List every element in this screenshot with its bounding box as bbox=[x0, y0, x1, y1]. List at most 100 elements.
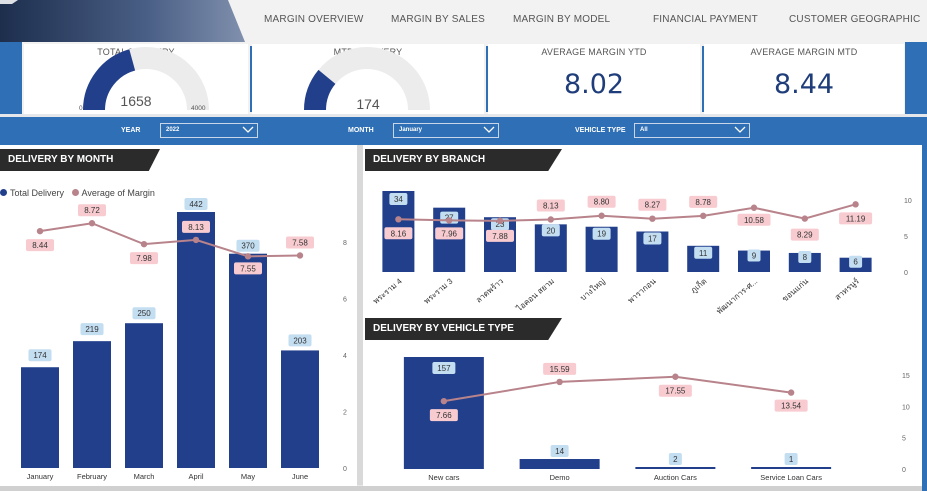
margin-point-4 bbox=[244, 253, 252, 260]
category-tick-label: Auction Cars bbox=[654, 473, 697, 482]
kpi-left-edge bbox=[0, 42, 22, 114]
margin-point-2 bbox=[496, 217, 504, 225]
bar-5 bbox=[281, 350, 319, 468]
y-axis-tick-label: 5 bbox=[904, 234, 908, 241]
bar-2 bbox=[125, 323, 163, 468]
bar-3 bbox=[177, 212, 215, 468]
category-tick-label: January bbox=[27, 472, 54, 481]
margin-point-5 bbox=[649, 215, 656, 222]
category-tick-label: พัฒนาการ-ศ... bbox=[715, 277, 759, 316]
vehicle-type-filter-label: VEHICLE TYPE bbox=[575, 127, 626, 134]
bar-data-label: 174 bbox=[33, 351, 47, 360]
gauge-min-label: 0 bbox=[79, 105, 83, 112]
bar-1 bbox=[519, 459, 600, 469]
bar-data-label: 203 bbox=[293, 336, 307, 345]
margin-data-label: 8.13 bbox=[543, 201, 559, 210]
margin-point-1 bbox=[88, 220, 96, 227]
bar-data-label: 219 bbox=[85, 325, 99, 334]
delivery-by-vehicle-type-title: DELIVERY BY VEHICLE TYPE bbox=[365, 318, 562, 340]
bar-data-label: 250 bbox=[137, 309, 151, 318]
mtd-delivery-value: 174 bbox=[356, 96, 380, 112]
margin-data-label: 7.66 bbox=[436, 411, 452, 420]
margin-data-label: 7.88 bbox=[492, 232, 508, 241]
category-tick-label: ภูเก็ต bbox=[688, 276, 709, 296]
margin-data-label: 15.59 bbox=[550, 365, 571, 374]
margin-data-label: 8.16 bbox=[391, 229, 407, 238]
margin-data-label: 7.55 bbox=[240, 264, 256, 273]
bar-data-label: 1 bbox=[789, 455, 794, 464]
y-axis-tick-label: 4 bbox=[343, 353, 347, 360]
year-filter-label: YEAR bbox=[121, 127, 141, 134]
vehicle-type-filter-value: All bbox=[640, 127, 648, 133]
bar-data-label: 442 bbox=[189, 200, 203, 209]
margin-point-3 bbox=[547, 216, 554, 223]
margin-data-label: 7.96 bbox=[441, 229, 457, 238]
kpi-total-delivery: TOTAL DELIVERY 0 4000 1658 bbox=[24, 44, 248, 114]
category-tick-label: New cars bbox=[428, 473, 460, 482]
margin-data-label: 8.27 bbox=[645, 201, 661, 210]
category-tick-label: ไอคอน สยาม bbox=[514, 277, 556, 314]
category-tick-label: สาทรนูร์ bbox=[832, 275, 862, 302]
margin-data-label: 11.19 bbox=[846, 214, 866, 223]
category-tick-label: ขอนแก่น bbox=[780, 276, 810, 303]
nav-margin-overview[interactable]: MARGIN OVERVIEW bbox=[264, 14, 364, 25]
margin-point-9 bbox=[852, 201, 859, 208]
nav-customer-geographic[interactable]: CUSTOMER GEOGRAPHIC bbox=[789, 14, 920, 25]
bottom-scrollbar[interactable] bbox=[0, 486, 922, 491]
margin-point-8 bbox=[801, 215, 808, 222]
bar-4 bbox=[229, 253, 267, 468]
bar-data-label: 9 bbox=[752, 252, 757, 261]
category-tick-label: April bbox=[188, 472, 203, 481]
delivery-by-month-chart: 0 2 4 6 8 174 January 219 February 250 March 442 Apr… bbox=[21, 198, 347, 481]
margin-data-label: 7.98 bbox=[136, 254, 152, 263]
margin-point-4 bbox=[598, 212, 605, 219]
kpi-average-margin-ytd-title: AVERAGE MARGIN YTD bbox=[541, 47, 647, 57]
category-tick-label: พระราม 3 bbox=[422, 276, 455, 305]
margin-point-3 bbox=[192, 236, 200, 244]
bar-data-label: 370 bbox=[241, 242, 255, 251]
delivery-by-branch-chart: 051034พระราม 427พระราม 323ลาดพร้าว20ไอคอ… bbox=[371, 191, 912, 316]
y-axis-tick-label: 10 bbox=[902, 404, 910, 411]
margin-line bbox=[443, 375, 792, 403]
y-axis-tick-label: 8 bbox=[343, 240, 347, 247]
bar-0 bbox=[21, 367, 59, 468]
margin-data-label: 8.29 bbox=[797, 231, 813, 240]
header-banner bbox=[0, 0, 245, 42]
bar-1 bbox=[73, 341, 111, 468]
chevron-down-icon bbox=[242, 126, 254, 133]
margin-data-label: 8.44 bbox=[32, 241, 48, 250]
margin-data-label: 8.72 bbox=[84, 206, 100, 215]
bar-data-label: 34 bbox=[394, 195, 403, 204]
bar-data-label: 8 bbox=[803, 253, 808, 262]
delivery-by-month-title: DELIVERY BY MONTH bbox=[0, 149, 160, 171]
bar-data-label: 19 bbox=[597, 230, 606, 239]
margin-point-2 bbox=[140, 240, 148, 248]
margin-point-2 bbox=[672, 373, 679, 380]
top-navigation: MARGIN OVERVIEW MARGIN BY SALES MARGIN B… bbox=[0, 0, 927, 42]
kpi-right-edge bbox=[905, 42, 927, 114]
y-axis-tick-label: 0 bbox=[904, 270, 908, 277]
category-tick-label: พระราม 4 bbox=[371, 276, 404, 305]
margin-data-label: 8.13 bbox=[188, 223, 204, 232]
category-tick-label: Demo bbox=[550, 473, 570, 482]
nav-financial-payment[interactable]: FINANCIAL PAYMENT bbox=[653, 14, 758, 25]
margin-point-7 bbox=[750, 204, 758, 211]
category-tick-label: June bbox=[292, 472, 308, 481]
chevron-down-icon bbox=[734, 126, 746, 133]
delivery-by-branch-title: DELIVERY BY BRANCH bbox=[365, 149, 562, 171]
margin-point-5 bbox=[296, 252, 304, 259]
margin-line bbox=[398, 203, 856, 222]
margin-data-label: 10.58 bbox=[744, 216, 765, 225]
y-axis-tick-label: 2 bbox=[343, 410, 347, 417]
nav-margin-by-model[interactable]: MARGIN BY MODEL bbox=[513, 14, 610, 25]
nav-margin-by-sales[interactable]: MARGIN BY SALES bbox=[391, 14, 485, 25]
y-axis-tick-label: 5 bbox=[902, 436, 906, 443]
y-axis-tick-label: 0 bbox=[343, 466, 347, 473]
category-tick-label: Service Loan Cars bbox=[760, 473, 822, 482]
total-delivery-value: 1658 bbox=[120, 93, 151, 109]
bar-2 bbox=[635, 467, 716, 469]
vehicle-type-filter-dropdown[interactable]: All bbox=[634, 123, 750, 138]
year-filter-dropdown[interactable]: 2022 bbox=[160, 123, 258, 138]
month-filter-dropdown[interactable]: January bbox=[393, 123, 499, 138]
margin-point-0 bbox=[440, 397, 448, 405]
